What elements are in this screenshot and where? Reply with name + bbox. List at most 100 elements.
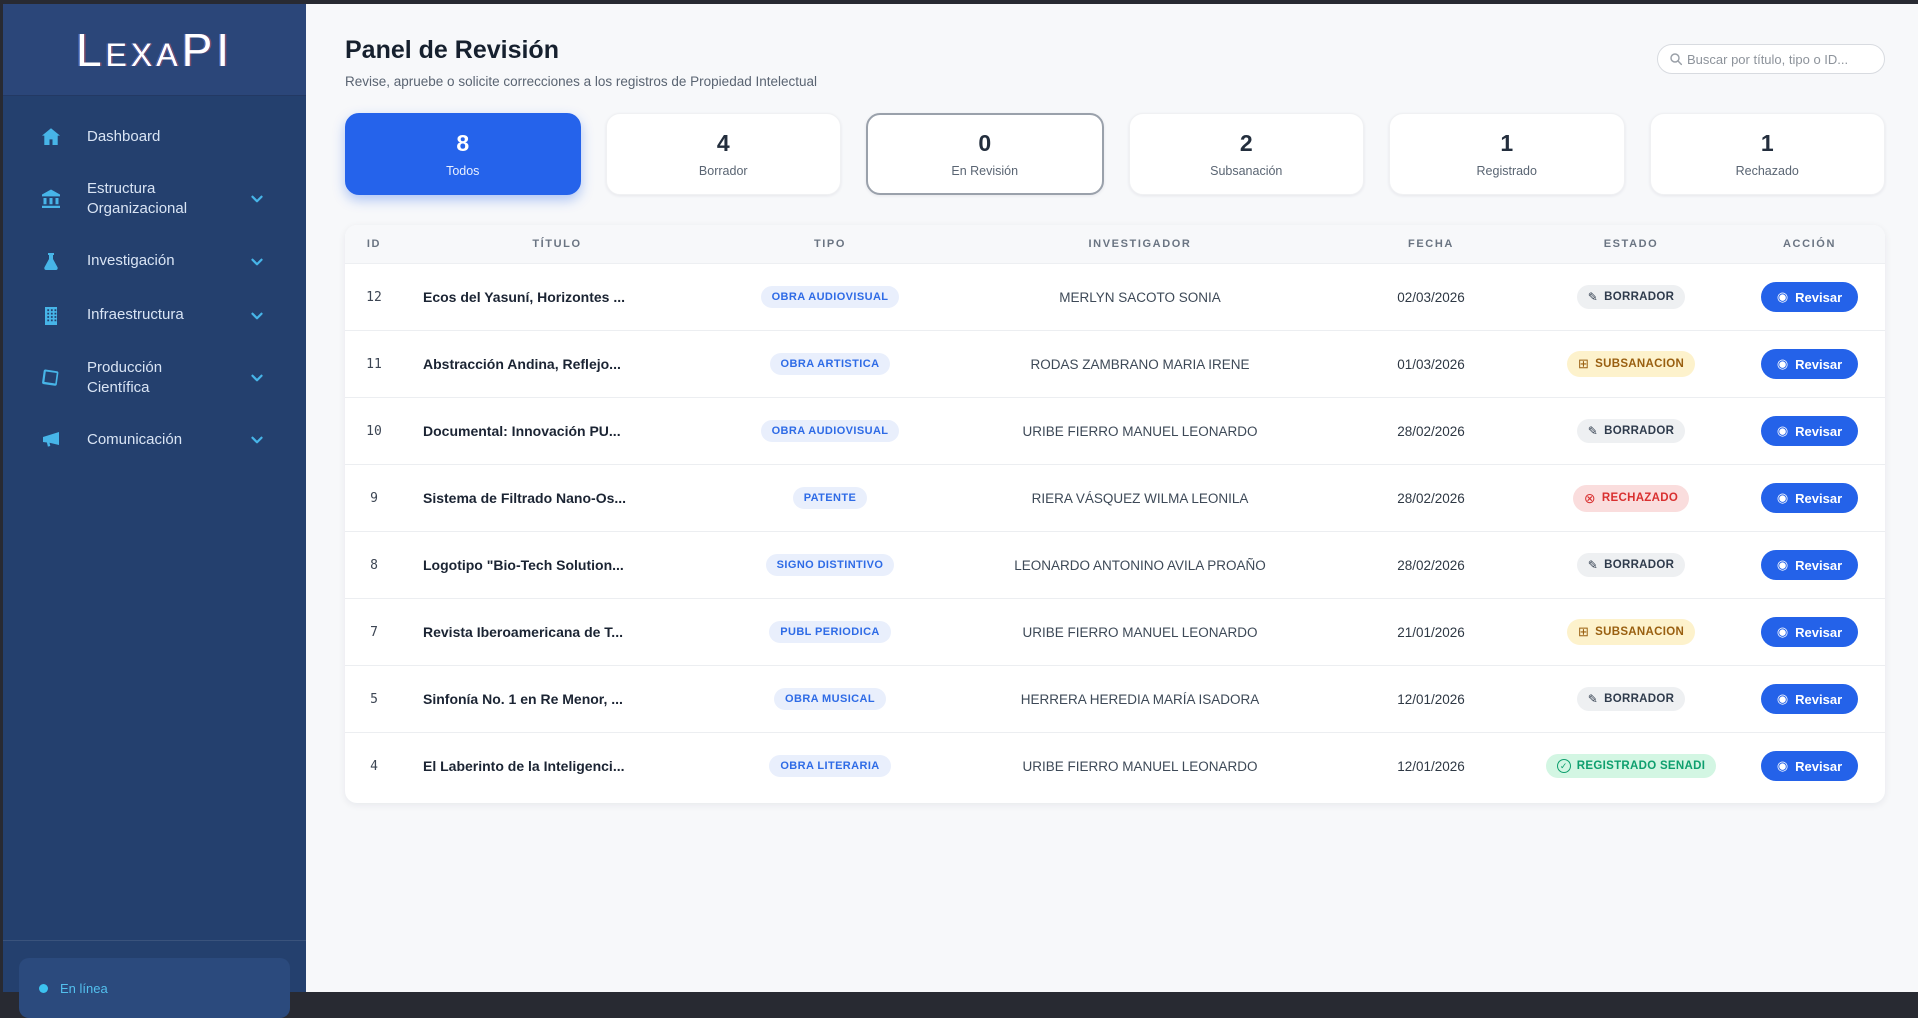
records-table-container: ID TÍTULO TIPO INVESTIGADOR FECHA ESTADO… — [345, 225, 1885, 803]
table-row: 12 Ecos del Yasuní, Horizontes ... OBRA … — [345, 264, 1885, 331]
filter-card-subsanacion[interactable]: 2 Subsanación — [1129, 113, 1365, 195]
row-id: 8 — [345, 532, 403, 599]
sidebar-item-infraestructura[interactable]: Infraestructura — [3, 289, 306, 343]
sidebar: LexaPI Dashboard Estructura Organizacion… — [3, 4, 306, 992]
table-row: 9 Sistema de Filtrado Nano-Os... PATENTE… — [345, 465, 1885, 532]
column-header-fecha: FECHA — [1331, 225, 1531, 264]
sidebar-item-label: Dashboard — [87, 127, 242, 147]
book-icon — [39, 366, 63, 390]
row-investigador: LEONARDO ANTONINO AVILA PROAÑO — [949, 532, 1331, 599]
tipo-badge: OBRA AUDIOVISUAL — [761, 286, 900, 308]
row-fecha: 28/02/2026 — [1331, 465, 1531, 532]
online-status-chip: En línea — [19, 958, 290, 1018]
revisar-label: Revisar — [1795, 290, 1842, 305]
revisar-label: Revisar — [1795, 692, 1842, 707]
table-row: 5 Sinfonía No. 1 en Re Menor, ... OBRA M… — [345, 666, 1885, 733]
revisar-button[interactable]: Revisar — [1761, 282, 1858, 312]
app-window: LexaPI Dashboard Estructura Organizacion… — [3, 4, 1918, 992]
sidebar-item-produccion-cientifica[interactable]: Producción Científica — [3, 343, 306, 414]
page-header: Panel de Revisión Revise, apruebe o soli… — [345, 30, 817, 89]
revisar-label: Revisar — [1795, 558, 1842, 573]
sidebar-nav: Dashboard Estructura Organizacional Inve… — [3, 96, 306, 940]
row-title: Ecos del Yasuní, Horizontes ... — [403, 264, 711, 331]
filter-card-en-revision[interactable]: 0 En Revisión — [866, 113, 1104, 195]
row-id: 5 — [345, 666, 403, 733]
revisar-button[interactable]: Revisar — [1761, 617, 1858, 647]
sidebar-footer: En línea — [3, 940, 306, 992]
eye-icon — [1777, 758, 1788, 774]
table-row: 4 El Laberinto de la Inteligenci... OBRA… — [345, 733, 1885, 800]
chevron-down-icon — [248, 369, 266, 387]
row-investigador: RIERA VÁSQUEZ WILMA LEONILA — [949, 465, 1331, 532]
sidebar-item-dashboard[interactable]: Dashboard — [3, 110, 306, 164]
column-header-investigador: INVESTIGADOR — [949, 225, 1331, 264]
estado-badge: BORRADOR — [1577, 285, 1685, 309]
revisar-button[interactable]: Revisar — [1761, 483, 1858, 513]
chevron-down-icon — [248, 431, 266, 449]
estado-badge: BORRADOR — [1577, 553, 1685, 577]
sidebar-item-label: Estructura Organizacional — [87, 179, 224, 220]
row-fecha: 21/01/2026 — [1331, 599, 1531, 666]
revisar-label: Revisar — [1795, 491, 1842, 506]
revisar-button[interactable]: Revisar — [1761, 416, 1858, 446]
row-id: 10 — [345, 398, 403, 465]
eye-icon — [1777, 557, 1788, 573]
filter-card-rechazado[interactable]: 1 Rechazado — [1650, 113, 1886, 195]
filter-card-registrado[interactable]: 1 Registrado — [1389, 113, 1625, 195]
revisar-button[interactable]: Revisar — [1761, 349, 1858, 379]
table-row: 10 Documental: Innovación PU... OBRA AUD… — [345, 398, 1885, 465]
tipo-badge: PATENTE — [793, 487, 868, 509]
row-investigador: HERRERA HEREDIA MARÍA ISADORA — [949, 666, 1331, 733]
sidebar-item-investigacion[interactable]: Investigación — [3, 235, 306, 289]
estado-badge: RECHAZADO — [1573, 485, 1689, 512]
search-icon — [1668, 51, 1684, 67]
sidebar-item-comunicacion[interactable]: Comunicación — [3, 413, 306, 467]
filter-count: 8 — [456, 130, 469, 157]
sidebar-item-label: Infraestructura — [87, 305, 224, 325]
sidebar-item-estructura-organizacional[interactable]: Estructura Organizacional — [3, 164, 306, 235]
row-id: 7 — [345, 599, 403, 666]
tipo-badge: OBRA ARTISTICA — [770, 353, 891, 375]
online-dot-icon — [39, 984, 48, 993]
row-title: Sistema de Filtrado Nano-Os... — [403, 465, 711, 532]
row-title: Logotipo "Bio-Tech Solution... — [403, 532, 711, 599]
search-input[interactable] — [1687, 52, 1874, 67]
estado-badge: SUBSANACION — [1567, 619, 1695, 645]
filter-card-borrador[interactable]: 4 Borrador — [606, 113, 842, 195]
megaphone-icon — [39, 428, 63, 452]
search-box[interactable] — [1657, 44, 1885, 74]
column-header-titulo: TÍTULO — [403, 225, 711, 264]
row-title: El Laberinto de la Inteligenci... — [403, 733, 711, 800]
online-status-label: En línea — [60, 981, 108, 996]
home-icon — [39, 125, 63, 149]
revisar-button[interactable]: Revisar — [1761, 751, 1858, 781]
column-header-tipo: TIPO — [711, 225, 949, 264]
row-investigador: URIBE FIERRO MANUEL LEONARDO — [949, 599, 1331, 666]
tipo-badge: OBRA MUSICAL — [774, 688, 886, 710]
sidebar-item-label: Producción Científica — [87, 358, 224, 399]
row-investigador: URIBE FIERRO MANUEL LEONARDO — [949, 733, 1331, 800]
building-icon — [39, 304, 63, 328]
filter-cards: 8 Todos 4 Borrador 0 En Revisión 2 Subsa… — [345, 113, 1885, 195]
filter-card-todos[interactable]: 8 Todos — [345, 113, 581, 195]
revisar-button[interactable]: Revisar — [1761, 550, 1858, 580]
tipo-badge: OBRA LITERARIA — [769, 755, 890, 777]
row-investigador: RODAS ZAMBRANO MARIA IRENE — [949, 331, 1331, 398]
row-title: Documental: Innovación PU... — [403, 398, 711, 465]
revisar-button[interactable]: Revisar — [1761, 684, 1858, 714]
table-header-row: ID TÍTULO TIPO INVESTIGADOR FECHA ESTADO… — [345, 225, 1885, 264]
sidebar-item-label: Comunicación — [87, 430, 224, 450]
estado-badge: SUBSANACION — [1567, 351, 1695, 377]
filter-label: Subsanación — [1210, 164, 1282, 178]
estado-badge: BORRADOR — [1577, 419, 1685, 443]
filter-count: 1 — [1761, 130, 1774, 157]
row-fecha: 12/01/2026 — [1331, 733, 1531, 800]
row-id: 12 — [345, 264, 403, 331]
chevron-down-icon — [248, 307, 266, 325]
eye-icon — [1777, 289, 1788, 305]
table-row: 8 Logotipo "Bio-Tech Solution... SIGNO D… — [345, 532, 1885, 599]
tipo-badge: SIGNO DISTINTIVO — [766, 554, 895, 576]
main-content: Panel de Revisión Revise, apruebe o soli… — [306, 4, 1918, 992]
row-fecha: 28/02/2026 — [1331, 532, 1531, 599]
row-title: Abstracción Andina, Reflejo... — [403, 331, 711, 398]
